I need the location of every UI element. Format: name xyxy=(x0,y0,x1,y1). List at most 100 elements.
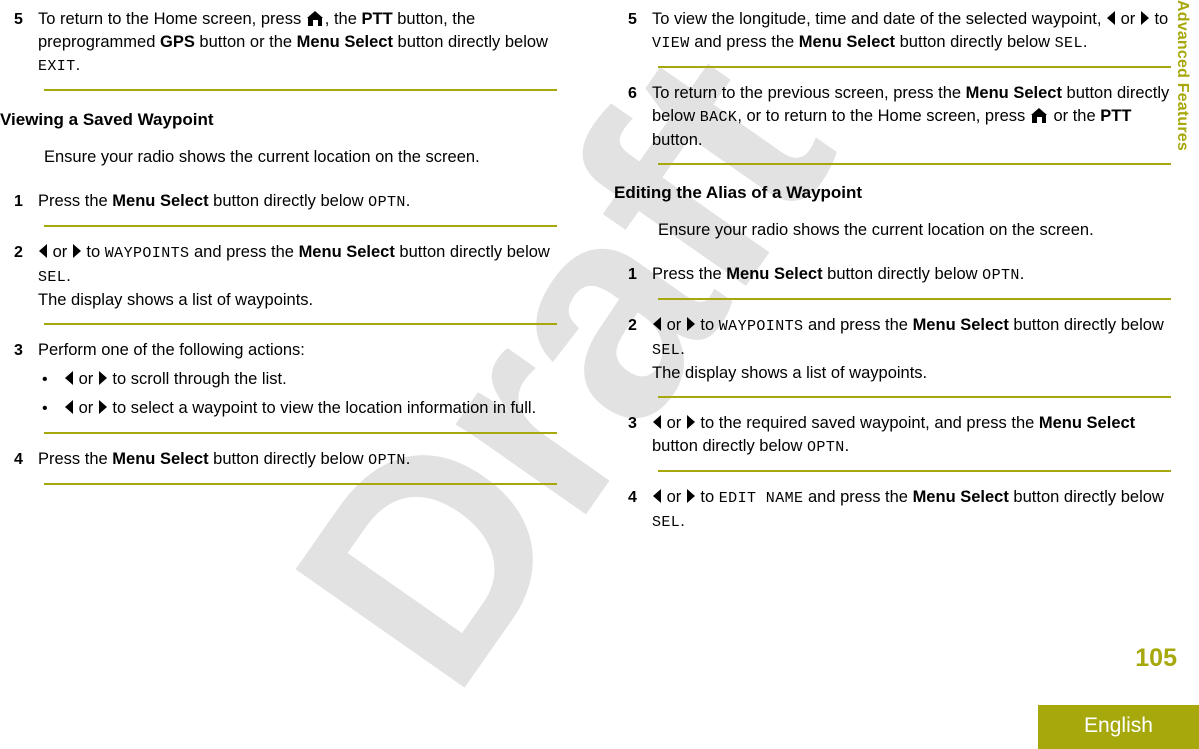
step-text-run: to xyxy=(695,316,719,334)
step-text-run: to xyxy=(695,488,719,506)
left-arrow-icon xyxy=(653,317,661,331)
right-arrow-icon xyxy=(686,415,695,429)
softkey-label: OPTN xyxy=(368,194,406,211)
right-intro-text: Ensure your radio shows the current loca… xyxy=(658,221,1094,239)
language-label: English xyxy=(1084,714,1153,737)
softkey-label: SEL xyxy=(38,269,67,286)
section-divider xyxy=(44,323,557,325)
left-step-4: 4 Press the Menu Select button directly … xyxy=(0,448,557,472)
step-text-run: or xyxy=(662,488,686,506)
section-divider xyxy=(658,163,1171,165)
step-number: 2 xyxy=(628,317,637,334)
step-number: 3 xyxy=(628,415,637,432)
left-arrow-icon xyxy=(653,415,661,429)
home-icon xyxy=(1030,108,1048,123)
step-number: 6 xyxy=(628,85,637,102)
right-arrow-icon xyxy=(686,489,695,503)
left-arrow-icon xyxy=(65,400,73,414)
step-text-run: and press the xyxy=(803,316,913,334)
step-text: To return to the Home screen, press , th… xyxy=(38,8,557,78)
step-text-run: or the xyxy=(1048,107,1101,125)
left-step-3: 3 Perform one of the following actions: … xyxy=(0,339,557,420)
step-text-run: To return to the Home screen, press xyxy=(38,10,306,28)
right-arrow-icon xyxy=(72,244,81,258)
step-text-run: to xyxy=(81,243,105,261)
step-text-run: . xyxy=(405,450,411,468)
step-text: To return to the previous screen, press … xyxy=(652,82,1171,152)
step-number: 2 xyxy=(14,244,23,261)
step-text-run: . xyxy=(844,437,850,455)
softkey-label: VIEW xyxy=(652,35,690,52)
step-text-bold: Menu Select xyxy=(965,84,1062,102)
step-text-run: or xyxy=(662,414,686,432)
step-number: 5 xyxy=(14,11,23,28)
step-result-text: The display shows a list of waypoints. xyxy=(38,291,314,309)
step-text: Press the Menu Select button directly be… xyxy=(652,263,1171,287)
left-step-2: 2 or to WAYPOINTS and press the Menu Sel… xyxy=(0,241,557,312)
bullet-text-run: or xyxy=(74,370,98,388)
softkey-label: OPTN xyxy=(982,267,1020,284)
bullet-dot-icon: • xyxy=(42,400,48,417)
right-arrow-icon xyxy=(98,400,107,414)
step-text-run: and press the xyxy=(689,33,799,51)
step-text-run: , or to return to the Home screen, press xyxy=(737,107,1030,125)
page-number: 105 xyxy=(1135,644,1177,672)
manual-page: 5 To return to the Home screen, press , … xyxy=(0,0,1199,749)
step-text: Press the Menu Select button directly be… xyxy=(38,190,557,214)
step-text-bold: Menu Select xyxy=(798,33,896,51)
step-text-run: or xyxy=(1116,10,1140,28)
step-number: 1 xyxy=(14,193,23,210)
step-text-run: Press the xyxy=(38,192,113,210)
section-divider xyxy=(44,432,557,434)
bullet-list: • or to scroll through the list. • or to… xyxy=(38,368,557,420)
step-text-run: and press the xyxy=(803,488,913,506)
step-text-bold: Menu Select xyxy=(296,33,393,51)
section-divider xyxy=(44,89,557,91)
step-text-run: button directly below xyxy=(895,33,1055,51)
step-text-bold: Menu Select xyxy=(912,316,1009,334)
left-arrow-icon xyxy=(65,371,73,385)
step-text-run: . xyxy=(680,512,685,530)
bullet-text-run: to scroll through the list. xyxy=(107,370,287,388)
bullet-dot-icon: • xyxy=(42,371,48,388)
softkey-label: WAYPOINTS xyxy=(718,318,804,335)
step-number: 5 xyxy=(628,11,637,28)
step-text-run: Press the xyxy=(652,265,727,283)
step-text-bold: Menu Select xyxy=(726,265,823,283)
right-arrow-icon xyxy=(1140,11,1149,25)
step-number: 4 xyxy=(14,451,23,468)
left-arrow-icon xyxy=(1107,11,1116,25)
step-text-run: button directly below xyxy=(822,265,983,283)
right-step-4: 4 or to EDIT NAME and press the Menu Sel… xyxy=(614,486,1171,534)
section-divider xyxy=(44,225,557,227)
right-arrow-icon xyxy=(686,317,695,331)
home-icon xyxy=(306,11,324,26)
step-text-run: button directly below xyxy=(652,437,808,455)
softkey-label: BACK xyxy=(699,109,738,126)
section-divider xyxy=(658,470,1171,472)
left-arrow-icon xyxy=(653,489,661,503)
step-text: Press the Menu Select button directly be… xyxy=(38,448,557,472)
step-text-run: button directly below xyxy=(1008,316,1164,334)
list-item: • or to select a waypoint to view the lo… xyxy=(38,397,557,420)
step-text-run: . xyxy=(405,192,411,210)
softkey-label: SEL xyxy=(652,514,681,531)
step-text-run: to the required saved waypoint, and pres… xyxy=(695,414,1039,432)
step-text: or to WAYPOINTS and press the Menu Selec… xyxy=(652,314,1171,385)
section-divider xyxy=(658,66,1171,68)
left-step-5: 5 To return to the Home screen, press , … xyxy=(0,8,557,78)
step-text-run: To view the longitude, time and date of … xyxy=(652,10,1107,28)
section-heading-viewing-waypoint: Viewing a Saved Waypoint xyxy=(0,110,214,129)
left-column: 5 To return to the Home screen, press , … xyxy=(0,0,557,485)
side-tab-advanced-features: Advanced Features xyxy=(1165,0,1199,215)
softkey-label: EXIT xyxy=(38,58,76,75)
step-text-bold: Menu Select xyxy=(1038,414,1136,432)
step-text-run: . xyxy=(680,340,685,358)
step-text-bold: PTT xyxy=(361,10,393,28)
step-number: 4 xyxy=(628,489,637,506)
step-text-run: or xyxy=(48,243,72,261)
bullet-text-run: to select a waypoint to view the locatio… xyxy=(107,399,537,417)
step-text-run: button directly below xyxy=(1008,488,1164,506)
step-text-run: and press the xyxy=(189,243,299,261)
step-text-run: button directly below xyxy=(208,192,369,210)
